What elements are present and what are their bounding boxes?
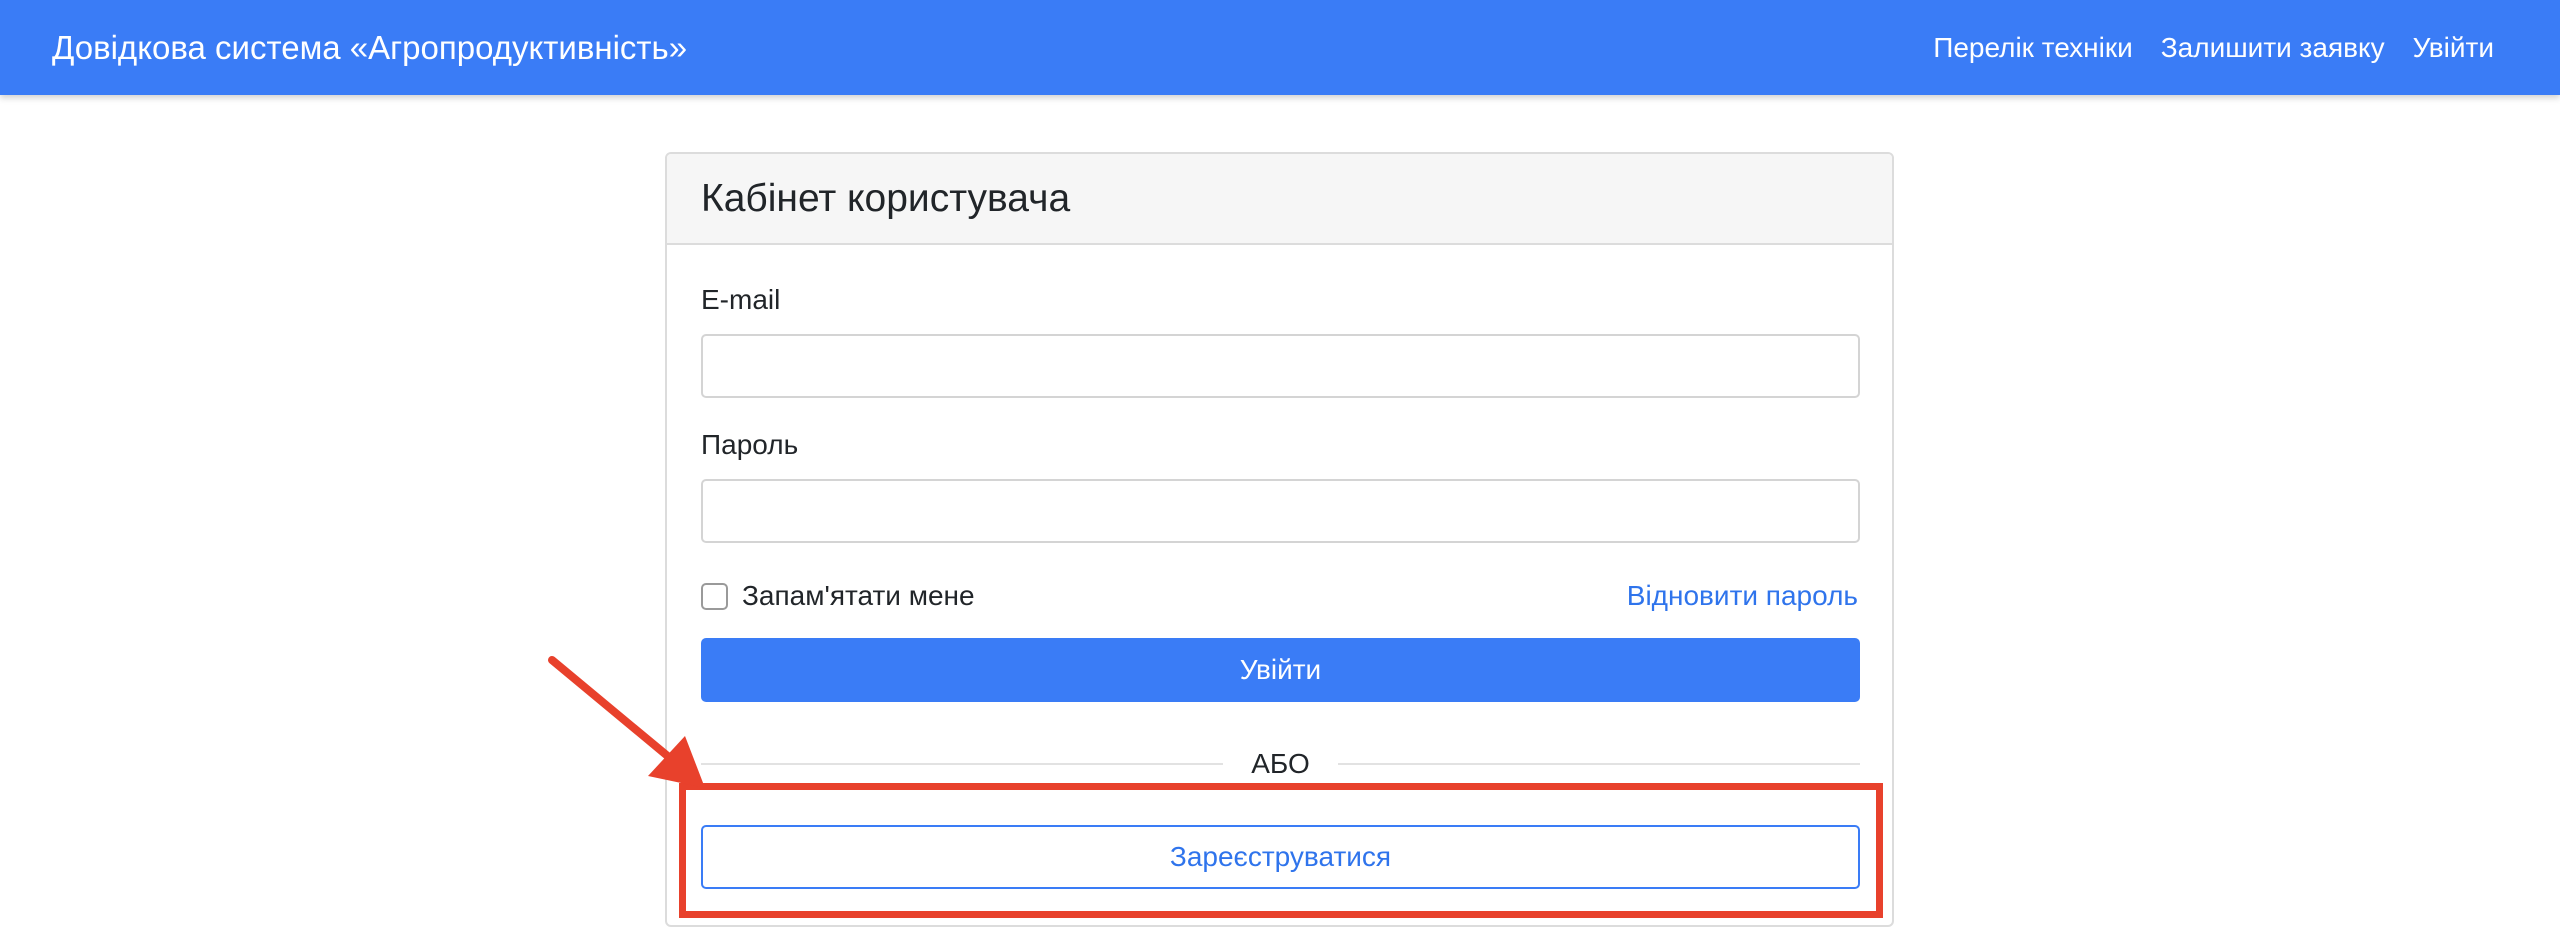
- or-divider: АБО: [701, 744, 1861, 784]
- remember-me-label[interactable]: Запам'ятати мене: [742, 580, 975, 612]
- divider-line-right: [1337, 763, 1861, 765]
- nav-links: Перелік техніки Залишити заявку Увійти: [1933, 0, 2494, 95]
- nav-link-submit-request[interactable]: Залишити заявку: [2161, 32, 2385, 64]
- password-label: Пароль: [701, 429, 799, 460]
- card-header: Кабінет користувача: [667, 154, 1892, 245]
- top-navbar: Довідкова система «Агропродуктивність» П…: [0, 0, 2560, 95]
- divider-line-left: [701, 763, 1224, 765]
- login-button[interactable]: Увійти: [701, 638, 1860, 702]
- remember-me-checkbox[interactable]: [701, 582, 728, 610]
- forgot-password-link[interactable]: Відновити пароль: [1627, 576, 1858, 616]
- email-label: E-mail: [701, 284, 781, 315]
- card-title: Кабінет користувача: [701, 176, 1071, 220]
- email-field[interactable]: [701, 334, 1860, 398]
- login-card: Кабінет користувача E-mail Пароль Запам'…: [665, 152, 1894, 927]
- divider-text: АБО: [1251, 748, 1310, 779]
- nav-link-login[interactable]: Увійти: [2413, 32, 2494, 64]
- nav-link-equipment-list[interactable]: Перелік техніки: [1933, 32, 2133, 64]
- brand-title[interactable]: Довідкова система «Агропродуктивність»: [52, 0, 687, 95]
- remember-me: Запам'ятати мене: [701, 576, 975, 616]
- register-button[interactable]: Зареєструватися: [701, 825, 1860, 889]
- password-field[interactable]: [701, 479, 1860, 543]
